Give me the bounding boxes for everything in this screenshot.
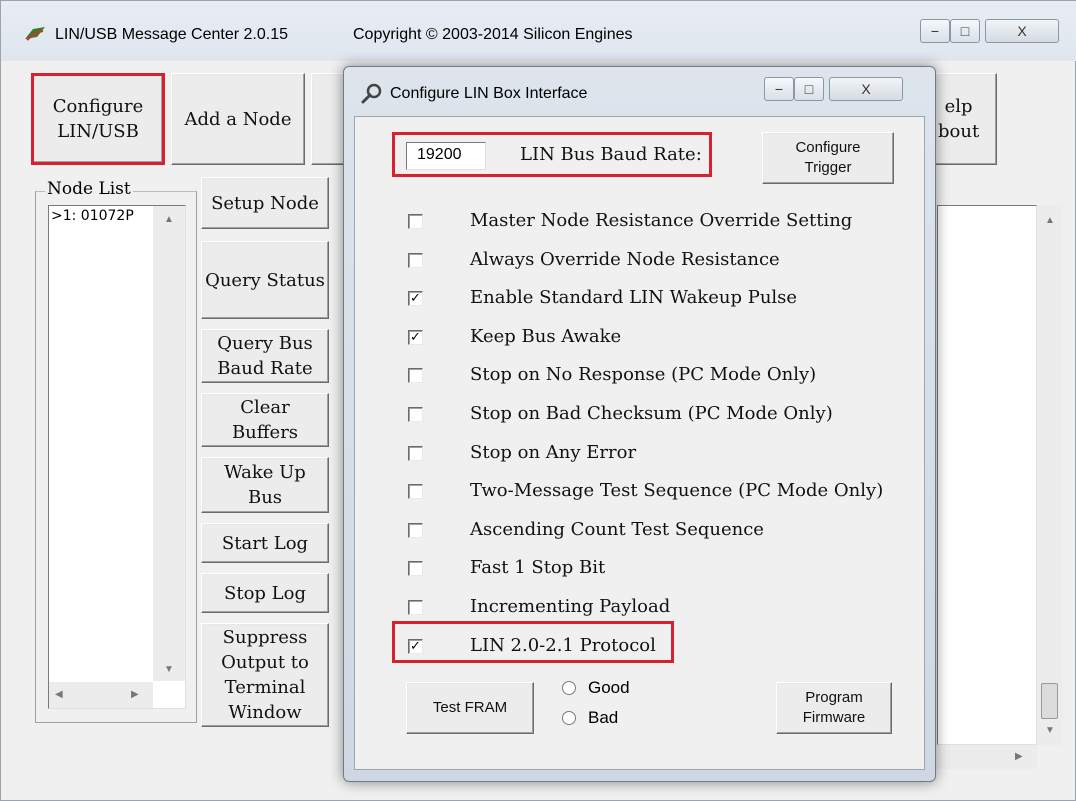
scroll-thumb[interactable]	[1041, 683, 1058, 719]
wake-up-bus-button[interactable]: Wake Up Bus	[201, 457, 329, 513]
window-title: LIN/USB Message Center 2.0.15	[55, 26, 289, 43]
scroll-down-icon[interactable]: ▼	[153, 664, 185, 675]
option-label: Master Node Resistance Override Setting	[470, 210, 853, 231]
lin-protocol-highlight	[392, 621, 674, 663]
program-firmware-button[interactable]: Program Firmware	[776, 682, 892, 734]
option-label: Enable Standard LIN Wakeup Pulse	[470, 287, 798, 308]
baud-rate-label: LIN Bus Baud Rate:	[520, 144, 702, 165]
dialog-minimize-button[interactable]: −	[764, 77, 794, 101]
query-bus-baud-rate-button[interactable]: Query Bus Baud Rate	[201, 329, 329, 383]
option-checkbox[interactable]	[408, 484, 423, 499]
configure-lin-usb-button[interactable]: Configure LIN/USB	[31, 73, 165, 165]
list-item[interactable]: >1: 01072P	[51, 208, 134, 224]
option-checkbox[interactable]	[408, 407, 423, 422]
node-list-scrollbar[interactable]: ▲ ▼	[153, 206, 185, 681]
dialog-close-button[interactable]: X	[829, 77, 903, 101]
copyright-text: Copyright © 2003-2014 Silicon Engines	[353, 26, 633, 43]
node-list-label: Node List	[45, 179, 133, 199]
maximize-button[interactable]: □	[950, 19, 980, 43]
option-checkbox[interactable]	[408, 446, 423, 461]
clear-buffers-button[interactable]: Clear Buffers	[201, 393, 329, 447]
option-label: Stop on Bad Checksum (PC Mode Only)	[470, 403, 833, 424]
scroll-left-icon[interactable]: ◀	[55, 689, 63, 700]
setup-node-button[interactable]: Setup Node	[201, 177, 329, 229]
dialog-title: Configure LIN Box Interface	[390, 85, 588, 102]
terminal-output[interactable]	[937, 205, 1037, 745]
option-label: Always Override Node Resistance	[470, 249, 780, 270]
minimize-button[interactable]: −	[920, 19, 950, 43]
dialog-maximize-button[interactable]: □	[794, 77, 824, 101]
stop-log-button[interactable]: Stop Log	[201, 573, 329, 613]
checkmark-icon: ✓	[410, 330, 421, 345]
add-node-button[interactable]: Add a Node	[171, 73, 305, 165]
option-checkbox[interactable]	[408, 214, 423, 229]
terminal-scrollbar[interactable]: ▲ ▼	[1037, 205, 1063, 745]
close-button[interactable]: X	[985, 19, 1059, 43]
option-checkbox[interactable]	[408, 253, 423, 268]
close-icon: X	[1017, 23, 1027, 39]
option-label: Stop on Any Error	[470, 442, 637, 463]
option-label: Fast 1 Stop Bit	[470, 557, 606, 578]
radio-bad-label: Bad	[588, 708, 619, 727]
scroll-up-icon[interactable]: ▲	[153, 214, 185, 225]
option-label: Two-Message Test Sequence (PC Mode Only)	[470, 480, 884, 501]
node-list-box[interactable]: >1: 01072P ▲ ▼ ◀ ▶	[48, 205, 186, 709]
option-checkbox[interactable]: ✓	[408, 330, 423, 345]
start-log-button[interactable]: Start Log	[201, 523, 329, 563]
option-checkbox[interactable]	[408, 600, 423, 615]
node-list-hscrollbar[interactable]: ◀ ▶	[49, 682, 153, 708]
scroll-right-icon[interactable]: ▶	[1015, 751, 1023, 762]
terminal-hscrollbar[interactable]: ▶	[937, 745, 1037, 769]
option-checkbox[interactable]: ✓	[408, 291, 423, 306]
scroll-right-icon[interactable]: ▶	[131, 689, 139, 700]
app-logo-icon	[25, 27, 45, 41]
option-label: Ascending Count Test Sequence	[470, 519, 764, 540]
radio-good-label: Good	[588, 678, 630, 697]
radio-good[interactable]	[562, 681, 576, 695]
radio-bad[interactable]	[562, 711, 576, 725]
option-checkbox[interactable]	[408, 368, 423, 383]
option-checkbox[interactable]	[408, 561, 423, 576]
query-status-button[interactable]: Query Status	[201, 241, 329, 319]
test-fram-button[interactable]: Test FRAM	[406, 682, 534, 734]
title-bar: LIN/USB Message Center 2.0.15 Copyright …	[1, 1, 1076, 61]
minimize-icon: −	[930, 23, 940, 39]
configure-trigger-button[interactable]: Configure Trigger	[762, 132, 894, 184]
option-label: Stop on No Response (PC Mode Only)	[470, 364, 817, 385]
scroll-up-icon[interactable]: ▲	[1037, 215, 1063, 226]
baud-rate-input[interactable]: 19200	[406, 142, 486, 170]
maximize-icon: □	[804, 81, 814, 97]
option-label: Incrementing Payload	[470, 596, 671, 617]
checkmark-icon: ✓	[410, 291, 421, 306]
close-icon: X	[861, 81, 871, 97]
wrench-icon	[361, 83, 382, 104]
maximize-icon: □	[960, 23, 970, 39]
scroll-down-icon[interactable]: ▼	[1037, 725, 1063, 736]
option-checkbox[interactable]	[408, 523, 423, 538]
suppress-output-button[interactable]: Suppress Output to Terminal Window	[201, 623, 329, 727]
minimize-icon: −	[774, 81, 784, 97]
option-label: Keep Bus Awake	[470, 326, 622, 347]
